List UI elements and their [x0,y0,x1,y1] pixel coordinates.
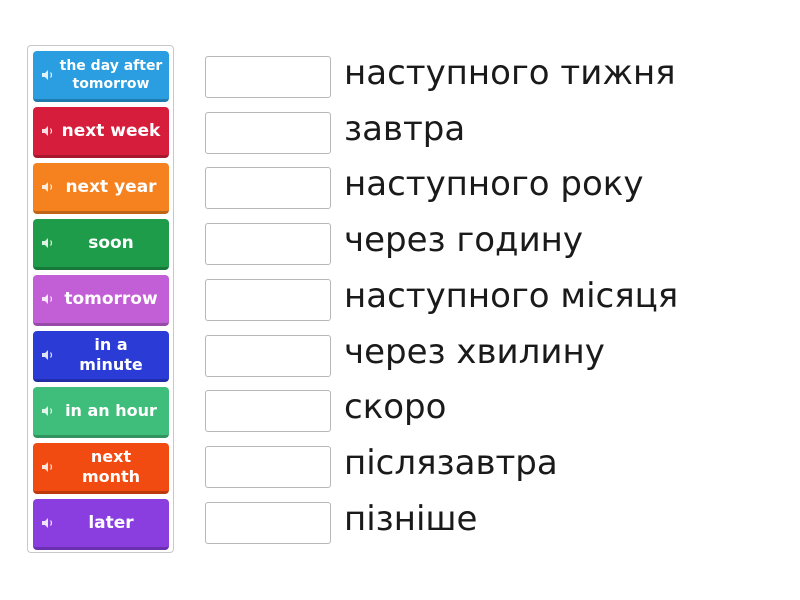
answer-tile-next-year[interactable]: next year [33,163,169,214]
answer-tile-the-day-after-tomorrow[interactable]: the day after tomorrow [33,51,169,102]
target-word: наступного року [344,164,644,204]
answer-tile-later[interactable]: later [33,499,169,550]
speaker-icon[interactable] [41,293,55,305]
drop-slot-8[interactable] [205,446,331,488]
answer-tile-in-an-hour[interactable]: in an hour [33,387,169,438]
answer-tile-soon[interactable]: soon [33,219,169,270]
tile-label: soon [88,233,134,253]
tile-label: next year [65,177,157,197]
answer-tile-in-a-minute[interactable]: in a minute [33,331,169,382]
target-word: післязавтра [344,443,558,483]
speaker-icon[interactable] [41,349,55,361]
drop-slot-9[interactable] [205,502,331,544]
target-word: завтра [344,109,466,149]
answer-tile-tray: the day after tomorrow next week next ye… [27,45,174,553]
tile-label: in an hour [65,401,157,420]
speaker-icon[interactable] [41,125,55,137]
drop-slot-3[interactable] [205,167,331,209]
speaker-icon[interactable] [41,405,55,417]
answer-tile-next-week[interactable]: next week [33,107,169,158]
speaker-icon[interactable] [41,461,55,473]
target-word: через годину [344,220,584,260]
target-word: через хвилину [344,332,605,372]
answer-tile-next-month[interactable]: next month [33,443,169,494]
target-word: скоро [344,387,447,427]
tile-label: next month [81,447,141,486]
target-word: наступного місяця [344,276,679,316]
answer-tile-tomorrow[interactable]: tomorrow [33,275,169,326]
drop-slot-2[interactable] [205,112,331,154]
tile-label: tomorrow [64,289,158,309]
tile-label: next week [61,121,161,141]
tile-label: in a minute [79,335,143,374]
speaker-icon[interactable] [41,69,55,81]
speaker-icon[interactable] [41,237,55,249]
tile-label: the day after tomorrow [59,58,163,92]
target-word: пізніше [344,499,478,539]
drop-slot-4[interactable] [205,223,331,265]
drop-slot-6[interactable] [205,335,331,377]
speaker-icon[interactable] [41,181,55,193]
speaker-icon[interactable] [41,517,55,529]
drop-slot-1[interactable] [205,56,331,98]
target-word: наступного тижня [344,53,676,93]
tile-label: later [88,513,134,533]
drop-slot-7[interactable] [205,390,331,432]
drop-slot-5[interactable] [205,279,331,321]
